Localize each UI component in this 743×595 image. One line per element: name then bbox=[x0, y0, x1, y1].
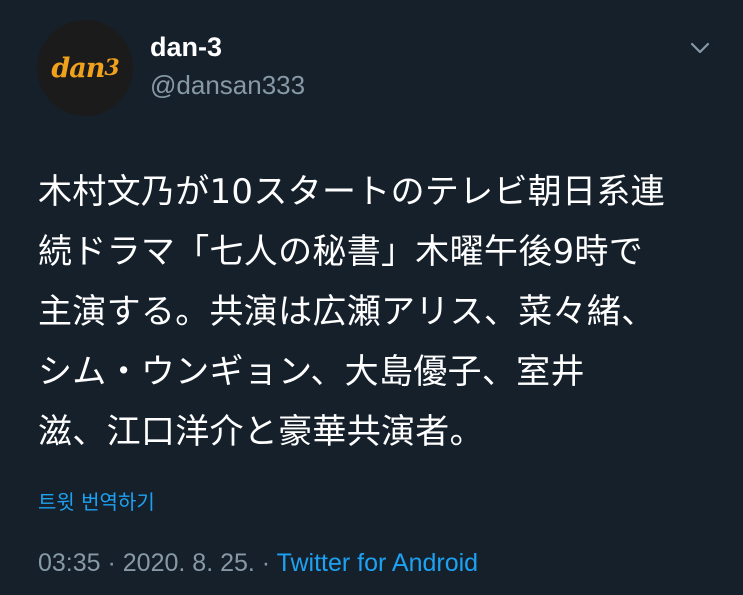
meta-separator: · bbox=[100, 549, 123, 577]
avatar-logo: dan 3 bbox=[51, 52, 119, 84]
tweet-text: 木村文乃が10スタートのテレビ朝日系連 続ドラマ「七人の秘書」木曜午後9時で 主… bbox=[38, 172, 665, 452]
tweet-meta: 03:35 · 2020. 8. 25. · Twitter for Andro… bbox=[38, 546, 478, 580]
author-handle[interactable]: @dansan333 bbox=[150, 68, 305, 102]
chevron-down-icon[interactable] bbox=[684, 34, 716, 62]
tweet-card: dan 3 dan-3 @dansan333 木村文乃が10スタートのテレビ朝日系… bbox=[0, 0, 743, 595]
meta-separator: · bbox=[254, 549, 277, 577]
avatar[interactable]: dan 3 bbox=[37, 20, 133, 116]
tweet-date: 2020. 8. 25. bbox=[122, 549, 255, 577]
tweet-source-link[interactable]: Twitter for Android bbox=[277, 549, 478, 577]
translate-tweet-link[interactable]: 트윗 번역하기 bbox=[38, 488, 155, 516]
author-display-name[interactable]: dan-3 bbox=[150, 30, 222, 64]
tweet-time: 03:35 bbox=[38, 549, 101, 577]
